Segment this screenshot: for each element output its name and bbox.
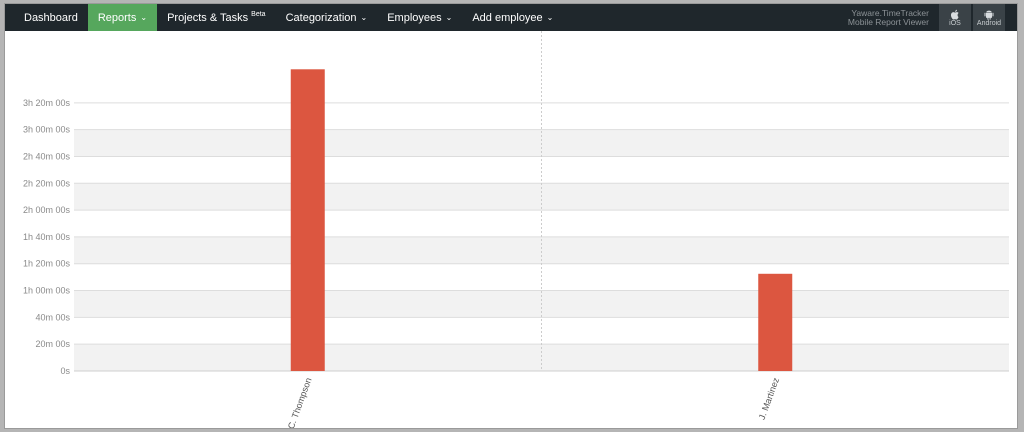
ios-app-button[interactable]: iOS — [939, 4, 971, 31]
y-tick-label: 20m 00s — [35, 339, 70, 349]
y-tick-label: 1h 00m 00s — [23, 286, 71, 296]
nav-categorization-label: Categorization — [285, 11, 357, 24]
nav-projects-tasks-label: Projects & Tasks — [167, 11, 249, 24]
y-tick-label: 1h 40m 00s — [23, 232, 71, 242]
nav-projects-tasks[interactable]: Projects & Tasks Beta — [157, 4, 276, 31]
nav-dashboard-label: Dashboard — [24, 11, 78, 24]
time-bar-chart: 0s 20m 00s 40m 00s 1h 00m 00s 1h 20m 00s 1h 4… — [23, 31, 1009, 429]
bar-1 — [290, 69, 325, 371]
top-navbar: Dashboard Reports ⌄ Projects & Tasks Bet… — [5, 4, 1017, 31]
y-tick-label: 40m 00s — [35, 312, 70, 322]
chevron-down-icon: ⌄ — [546, 13, 554, 22]
nav-reports[interactable]: Reports ⌄ — [87, 4, 158, 31]
chevron-down-icon: ⌄ — [445, 13, 453, 22]
x-category-label: C. Thompson — [286, 376, 314, 429]
y-tick-label: 2h 20m 00s — [23, 178, 71, 188]
android-icon — [984, 10, 994, 20]
y-tick-label: 0s — [60, 366, 70, 376]
android-label: Android — [976, 19, 1002, 27]
nav-employees[interactable]: Employees ⌄ — [377, 4, 462, 31]
nav-add-employee[interactable]: Add employee ⌄ — [462, 4, 563, 31]
y-tick-label: 2h 00m 00s — [23, 205, 71, 215]
nav-add-employee-label: Add employee — [472, 11, 543, 24]
y-tick-label: 3h 20m 00s — [23, 98, 71, 108]
nav-categorization[interactable]: Categorization ⌄ — [276, 4, 378, 31]
chevron-down-icon: ⌄ — [360, 13, 368, 22]
mobile-viewer-brand: Yaware.TimeTracker Mobile Report Viewer — [848, 4, 937, 31]
report-frame: Dashboard Reports ⌄ Projects & Tasks Bet… — [4, 3, 1018, 429]
chevron-down-icon: ⌄ — [140, 13, 148, 22]
ios-label: iOS — [949, 19, 961, 27]
y-tick-label: 1h 20m 00s — [23, 259, 71, 269]
bar-2 — [758, 273, 793, 371]
nav-reports-label: Reports — [97, 11, 137, 24]
apple-icon — [950, 9, 959, 19]
nav-employees-label: Employees — [387, 11, 442, 24]
x-category-label: J. Martinez — [757, 376, 782, 421]
beta-badge: Beta — [251, 11, 266, 18]
y-tick-label: 2h 40m 00s — [23, 151, 71, 161]
android-app-button[interactable]: Android — [973, 4, 1005, 31]
nav-right-group: Yaware.TimeTracker Mobile Report Viewer … — [848, 4, 1017, 31]
brand-line2: Mobile Report Viewer — [847, 16, 929, 27]
y-tick-label: 3h 00m 00s — [23, 125, 71, 135]
nav-dashboard[interactable]: Dashboard — [5, 4, 88, 31]
